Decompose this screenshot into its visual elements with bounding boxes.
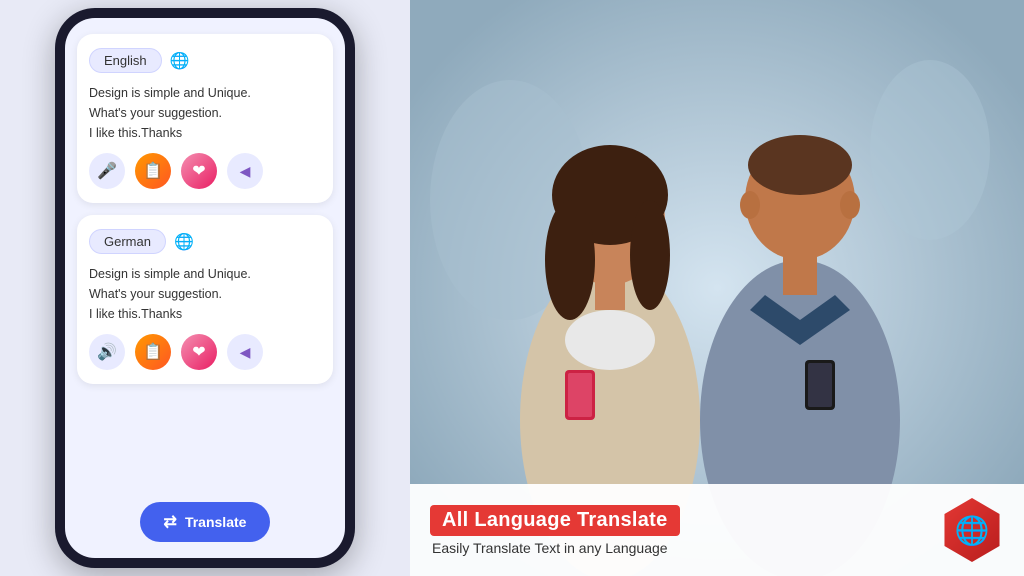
- german-action-buttons: 🔊 📋 ❤ ◀: [89, 334, 321, 370]
- bottom-banner: All Language Translate Easily Translate …: [410, 484, 1024, 576]
- english-card: English 🌐 Design is simple and Unique. W…: [77, 34, 333, 203]
- german-card-header: German 🌐: [89, 229, 321, 254]
- phone-screen: English 🌐 Design is simple and Unique. W…: [65, 18, 345, 558]
- banner-text-content: All Language Translate Easily Translate …: [430, 505, 680, 556]
- share-button-german[interactable]: ◀: [227, 334, 263, 370]
- translate-icon: ⇄: [164, 512, 177, 532]
- copy-button-german[interactable]: 📋: [135, 334, 171, 370]
- german-card: German 🌐 Design is simple and Unique. Wh…: [77, 215, 333, 384]
- copy-button-english[interactable]: 📋: [135, 153, 171, 189]
- banner-subtitle: Easily Translate Text in any Language: [430, 540, 680, 556]
- english-language-label[interactable]: English: [89, 48, 162, 73]
- english-card-text: Design is simple and Unique. What's your…: [89, 83, 321, 143]
- german-language-label[interactable]: German: [89, 229, 166, 254]
- phone-frame: English 🌐 Design is simple and Unique. W…: [55, 8, 355, 568]
- german-card-text: Design is simple and Unique. What's your…: [89, 264, 321, 324]
- screen-inner: English 🌐 Design is simple and Unique. W…: [77, 34, 333, 542]
- heart-button-german[interactable]: ❤: [181, 334, 217, 370]
- english-card-header: English 🌐: [89, 48, 321, 73]
- speaker-button-german[interactable]: 🔊: [89, 334, 125, 370]
- heart-button-english[interactable]: ❤: [181, 153, 217, 189]
- mic-button-english[interactable]: 🎤: [89, 153, 125, 189]
- translate-button[interactable]: ⇄ Translate: [140, 502, 271, 542]
- globe-icon-german: 🌐: [174, 232, 194, 252]
- share-button-english[interactable]: ◀: [227, 153, 263, 189]
- globe-hexagon-icon: 🌐: [940, 498, 1004, 562]
- globe-icon-english: 🌐: [170, 51, 190, 71]
- photo-panel: All Language Translate Easily Translate …: [410, 0, 1024, 576]
- english-action-buttons: 🎤 📋 ❤ ◀: [89, 153, 321, 189]
- phone-panel: English 🌐 Design is simple and Unique. W…: [0, 0, 410, 576]
- banner-title: All Language Translate: [430, 505, 680, 536]
